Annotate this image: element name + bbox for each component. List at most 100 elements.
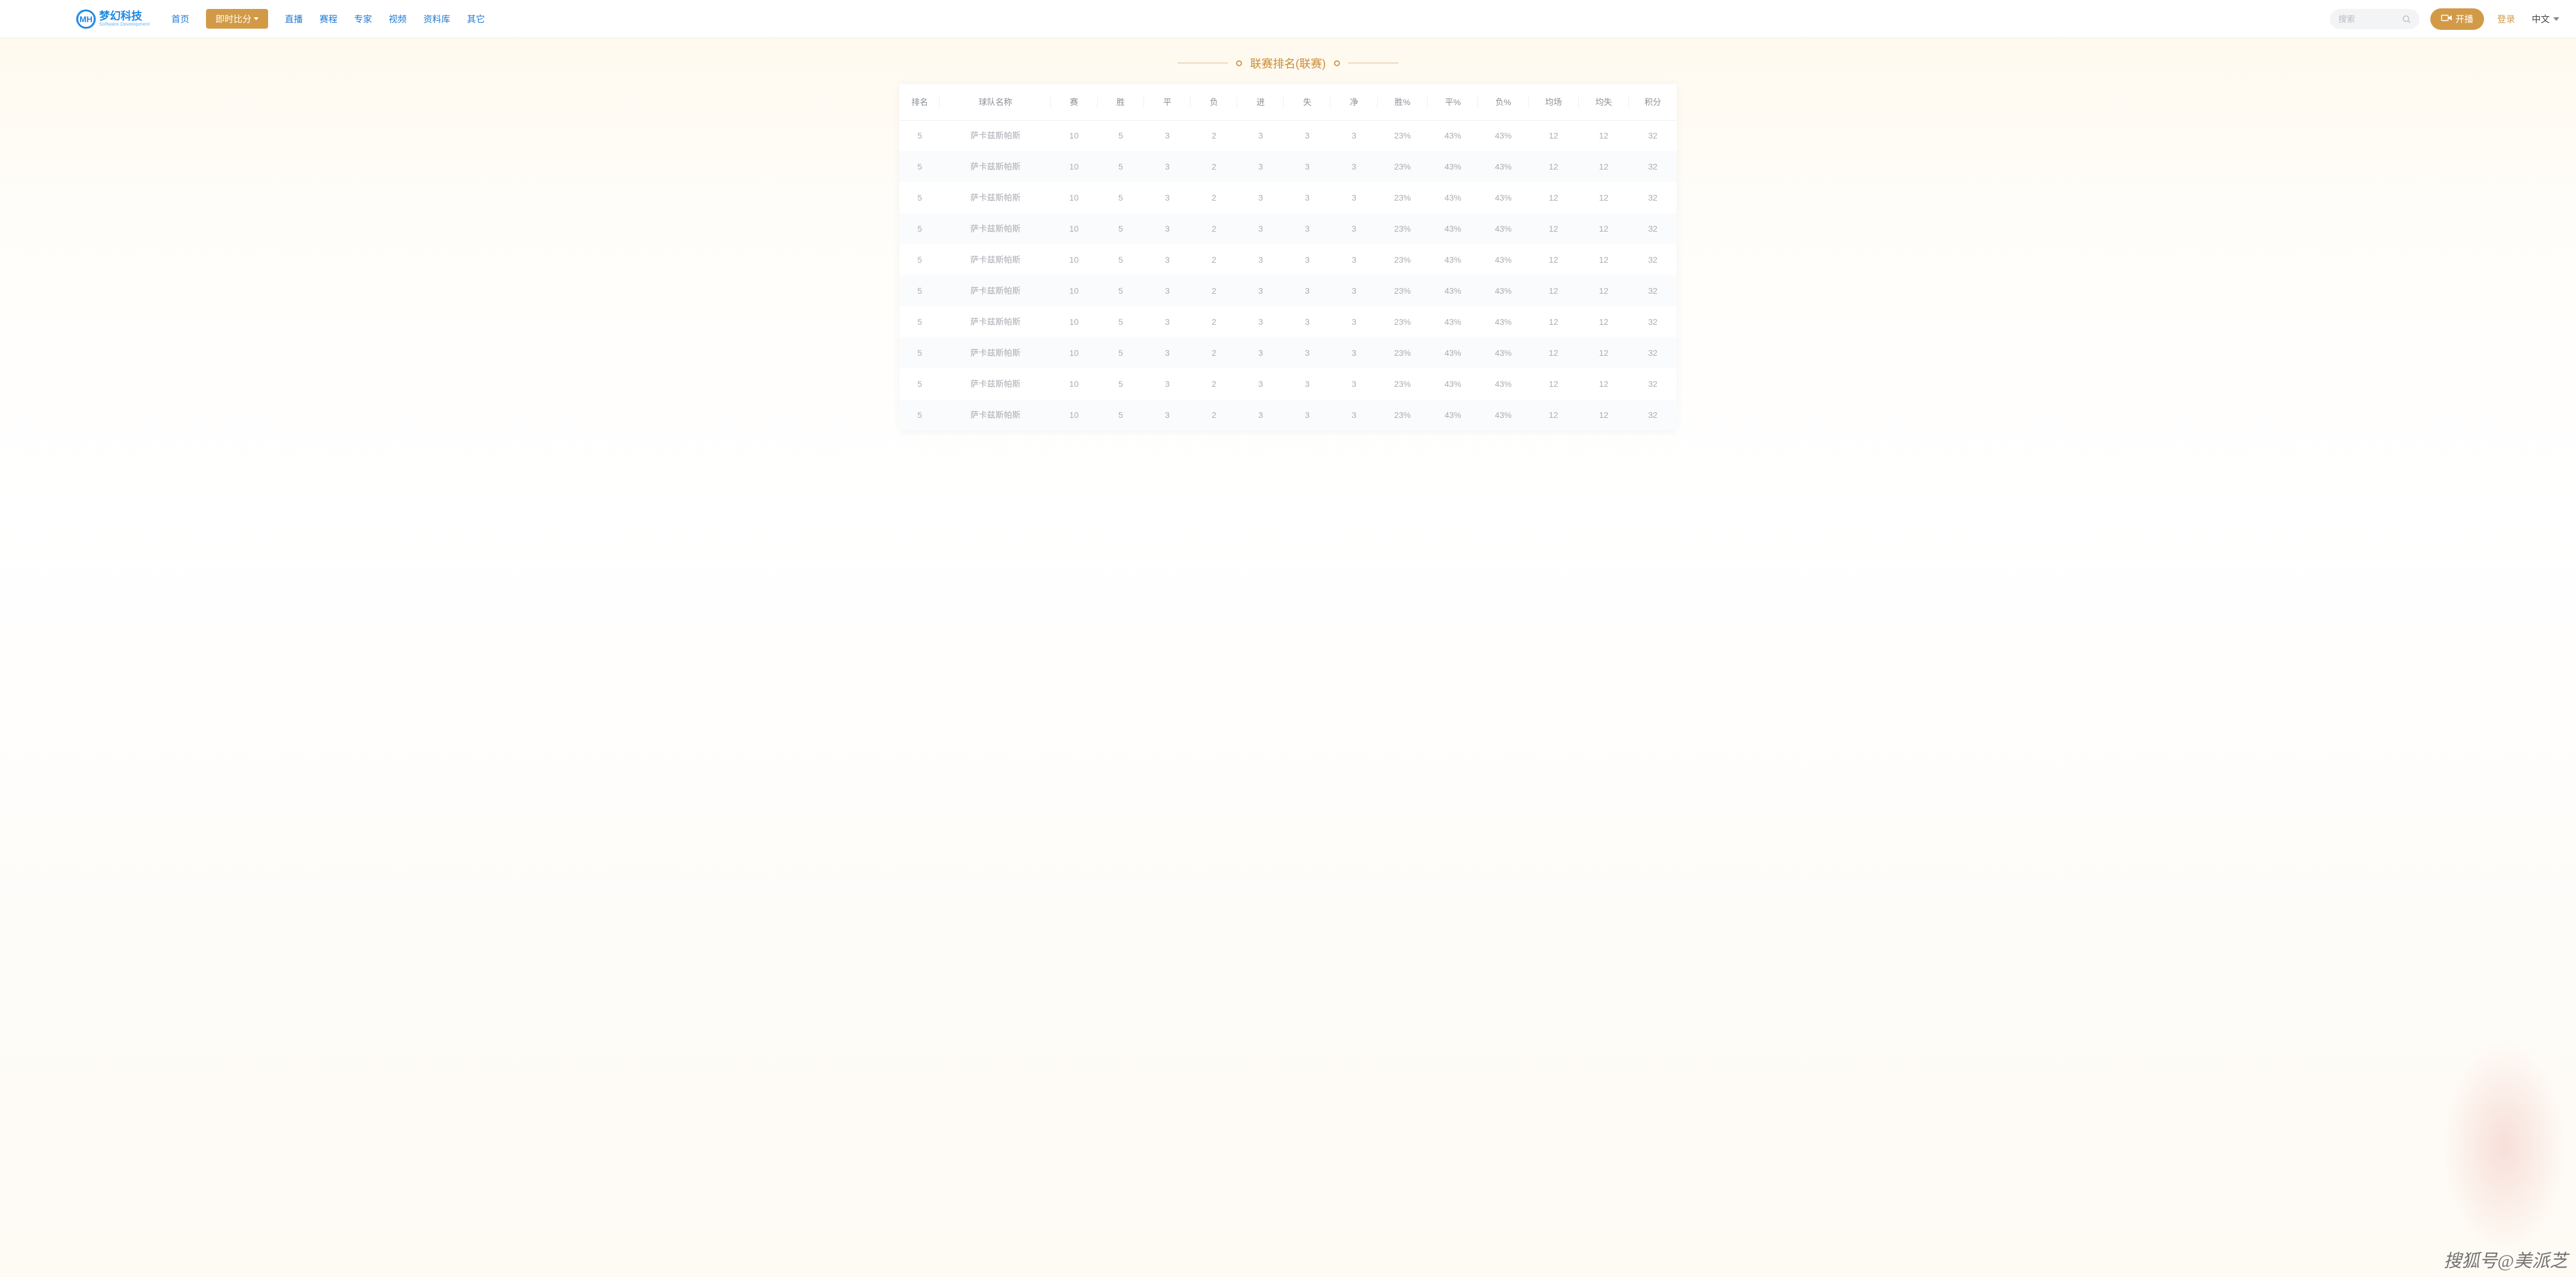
cell-team: 萨卡兹斯帕斯 [940,120,1050,151]
cell-team: 萨卡兹斯帕斯 [940,213,1050,244]
cell-rank: 5 [899,399,940,430]
nav-item-3[interactable]: 赛程 [319,13,337,25]
nav-item-7[interactable]: 其它 [467,13,485,25]
cell-p: 10 [1051,368,1098,399]
cell-lp: 43% [1478,337,1528,368]
cell-l: 2 [1191,275,1237,306]
table-row[interactable]: 5萨卡兹斯帕斯1053233323%43%43%121232 [899,275,1677,306]
search-box[interactable] [2330,9,2420,29]
nav-item-label: 赛程 [319,14,337,24]
table-row[interactable]: 5萨卡兹斯帕斯1053233323%43%43%121232 [899,151,1677,182]
cell-aga: 12 [1579,213,1629,244]
cell-w: 5 [1098,182,1144,213]
nav-item-label: 其它 [467,14,485,24]
cell-team: 萨卡兹斯帕斯 [940,306,1050,337]
cell-agf: 12 [1529,368,1579,399]
cell-aga: 12 [1579,368,1629,399]
search-icon[interactable] [2402,14,2411,24]
cell-gd: 3 [1330,306,1377,337]
cell-pts: 32 [1629,213,1677,244]
cell-pts: 32 [1629,368,1677,399]
table-row[interactable]: 5萨卡兹斯帕斯1053233323%43%43%121232 [899,368,1677,399]
cell-team: 萨卡兹斯帕斯 [940,151,1050,182]
nav-item-5[interactable]: 视频 [389,13,407,25]
cell-wp: 23% [1378,244,1428,275]
cell-gd: 3 [1330,151,1377,182]
nav-item-label: 资料库 [423,14,450,24]
cell-d: 3 [1144,337,1191,368]
cell-wp: 23% [1378,151,1428,182]
cell-agf: 12 [1529,151,1579,182]
caret-down-icon [254,17,259,20]
language-select[interactable]: 中文 [2532,13,2559,25]
cell-w: 5 [1098,306,1144,337]
table-row[interactable]: 5萨卡兹斯帕斯1053233323%43%43%121232 [899,337,1677,368]
standings-card: 排名球队名称赛胜平负进失净胜%平%负%均场均失积分 5萨卡兹斯帕斯1053233… [899,84,1677,430]
cell-gf: 3 [1237,244,1284,275]
cell-dp: 43% [1428,182,1478,213]
col-header-1: 球队名称 [940,84,1050,120]
nav-item-2[interactable]: 直播 [285,13,303,25]
cell-ga: 3 [1284,275,1330,306]
cell-gf: 3 [1237,368,1284,399]
table-row[interactable]: 5萨卡兹斯帕斯1053233323%43%43%121232 [899,120,1677,151]
cell-agf: 12 [1529,337,1579,368]
col-header-10: 平% [1428,84,1478,120]
cell-team: 萨卡兹斯帕斯 [940,368,1050,399]
cell-gd: 3 [1330,182,1377,213]
cell-wp: 23% [1378,182,1428,213]
nav-item-0[interactable]: 首页 [171,13,189,25]
standings-table: 排名球队名称赛胜平负进失净胜%平%负%均场均失积分 5萨卡兹斯帕斯1053233… [899,84,1677,430]
cell-p: 10 [1051,306,1098,337]
cell-team: 萨卡兹斯帕斯 [940,182,1050,213]
logo[interactable]: MH 梦幻科技 Software Development [76,10,150,29]
cell-team: 萨卡兹斯帕斯 [940,337,1050,368]
cell-lp: 43% [1478,182,1528,213]
cell-pts: 32 [1629,120,1677,151]
login-link[interactable]: 登录 [2497,13,2515,25]
language-label: 中文 [2532,13,2550,25]
table-row[interactable]: 5萨卡兹斯帕斯1053233323%43%43%121232 [899,244,1677,275]
cell-dp: 43% [1428,151,1478,182]
cell-p: 10 [1051,182,1098,213]
nav-item-label: 视频 [389,14,407,24]
col-header-6: 进 [1237,84,1284,120]
table-row[interactable]: 5萨卡兹斯帕斯1053233323%43%43%121232 [899,213,1677,244]
cell-dp: 43% [1428,337,1478,368]
cell-l: 2 [1191,399,1237,430]
table-row[interactable]: 5萨卡兹斯帕斯1053233323%43%43%121232 [899,182,1677,213]
table-row[interactable]: 5萨卡兹斯帕斯1053233323%43%43%121232 [899,399,1677,430]
cell-p: 10 [1051,275,1098,306]
cell-l: 2 [1191,306,1237,337]
logo-cn: 梦幻科技 [99,11,150,22]
col-header-13: 均失 [1579,84,1629,120]
cell-gf: 3 [1237,337,1284,368]
camera-icon [2441,14,2452,24]
broadcast-button[interactable]: 开播 [2430,8,2484,30]
cell-ga: 3 [1284,244,1330,275]
cell-ga: 3 [1284,337,1330,368]
cell-wp: 23% [1378,337,1428,368]
cell-p: 10 [1051,399,1098,430]
cell-aga: 12 [1579,182,1629,213]
cell-lp: 43% [1478,399,1528,430]
nav-item-4[interactable]: 专家 [354,13,372,25]
cell-w: 5 [1098,337,1144,368]
nav-item-6[interactable]: 资料库 [423,13,450,25]
cell-l: 2 [1191,368,1237,399]
cell-rank: 5 [899,368,940,399]
nav-item-label: 专家 [354,14,372,24]
table-row[interactable]: 5萨卡兹斯帕斯1053233323%43%43%121232 [899,306,1677,337]
cell-rank: 5 [899,182,940,213]
cell-d: 3 [1144,306,1191,337]
cell-aga: 12 [1579,120,1629,151]
cell-pts: 32 [1629,306,1677,337]
cell-rank: 5 [899,306,940,337]
search-input[interactable] [2338,14,2397,24]
nav-item-1[interactable]: 即时比分 [206,9,268,29]
cell-gf: 3 [1237,151,1284,182]
cell-w: 5 [1098,244,1144,275]
cell-pts: 32 [1629,151,1677,182]
cell-aga: 12 [1579,337,1629,368]
background-silhouette-icon [2415,996,2576,1277]
